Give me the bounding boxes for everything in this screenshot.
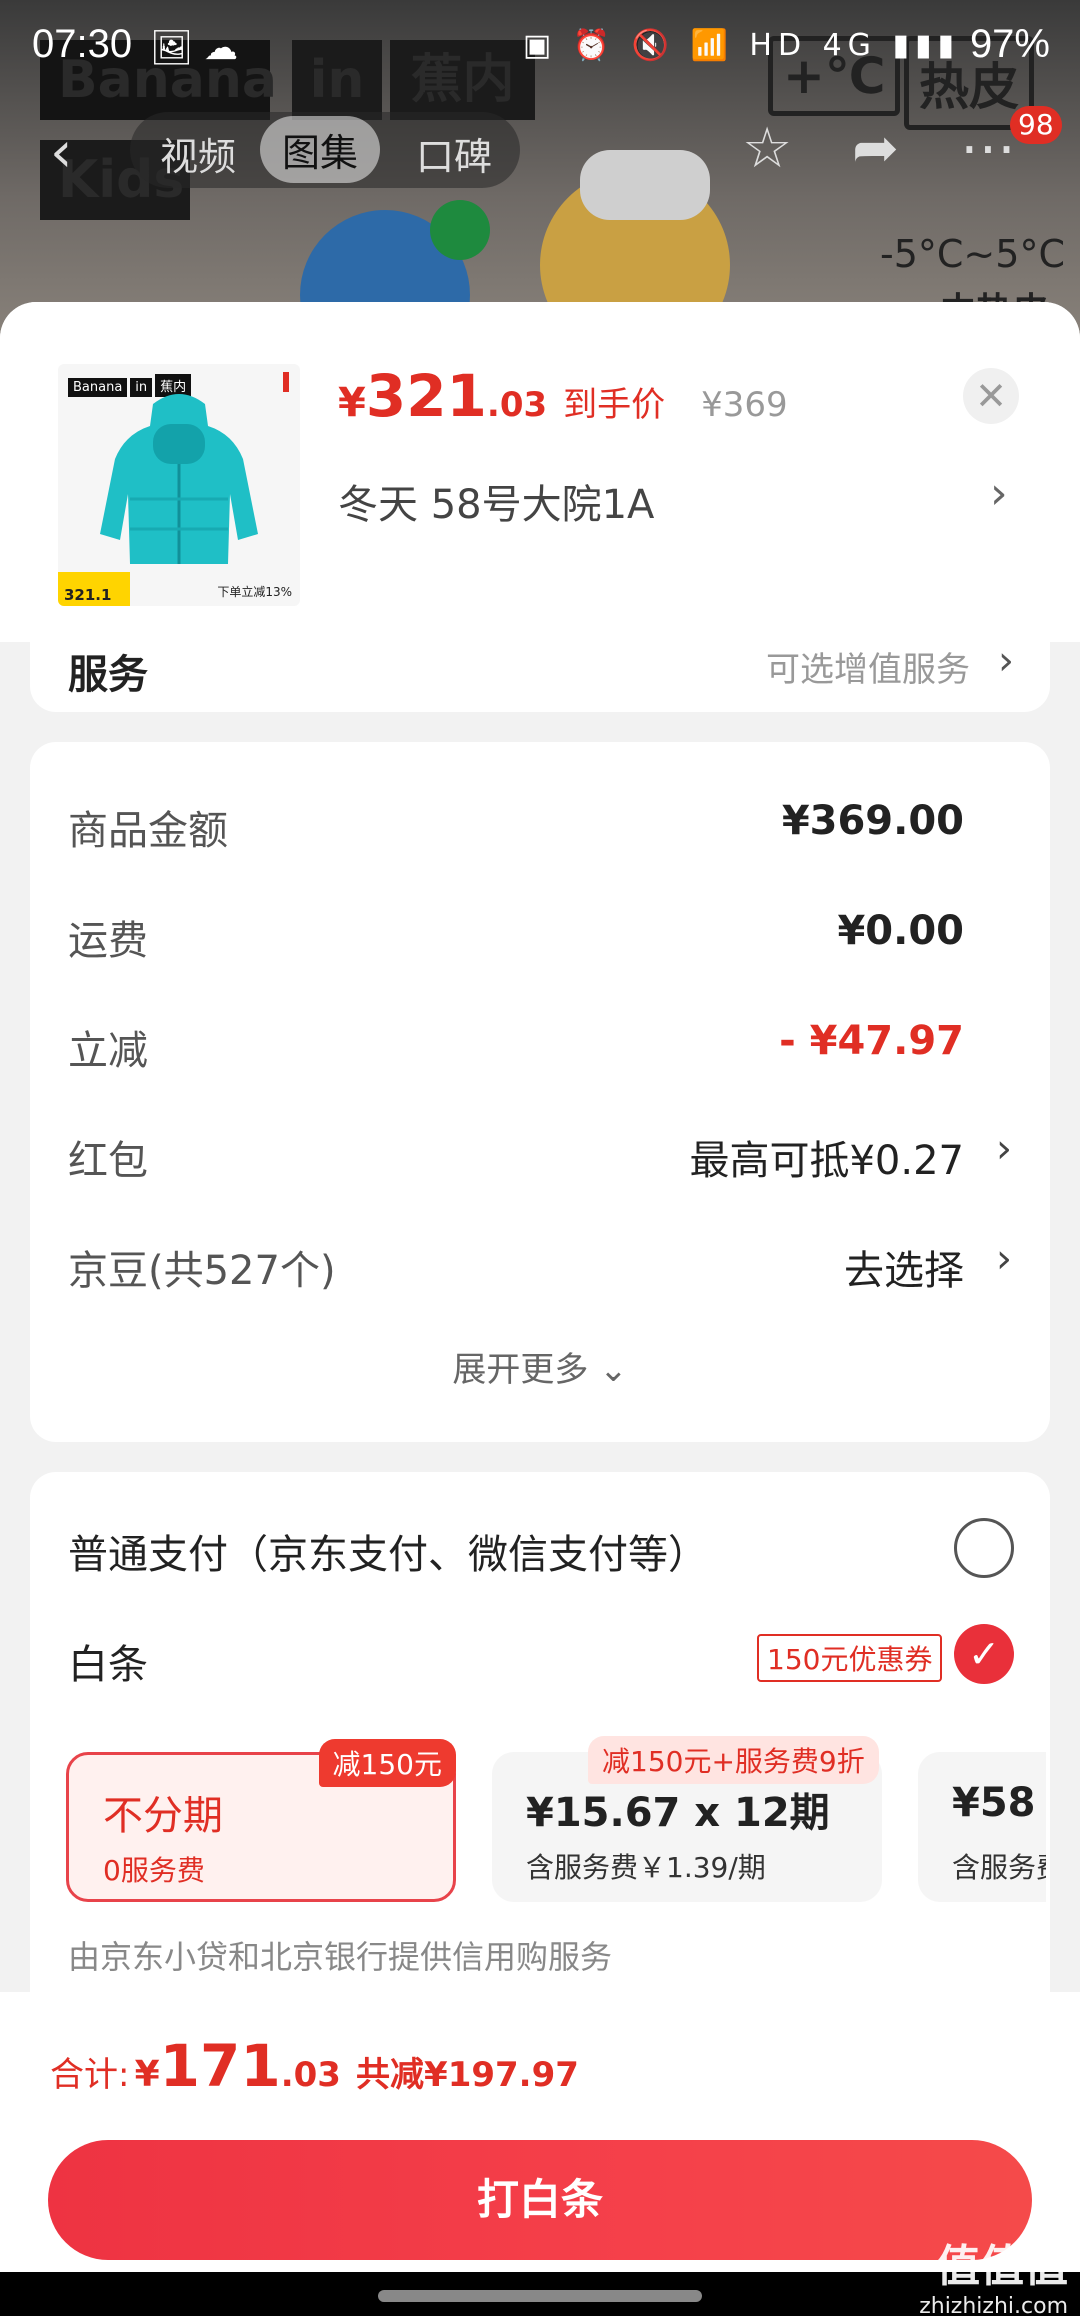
cost-row-jd-beans[interactable]: 京豆(共527个) 去选择 ›: [68, 1236, 1012, 1298]
payment-method-card: 普通支付（京东支付、微信支付等） 白条 150元优惠券 ✓ 减150元 不分期 …: [30, 1472, 1050, 2032]
shipping-amount: ¥0.00: [837, 908, 964, 954]
jd-beans-value: 去选择: [844, 1248, 964, 1294]
checkout-footer: 合计: ¥171.03 共减¥197.97 打白条: [0, 1992, 1080, 2272]
product-thumbnail[interactable]: Banana in 蕉内 321.1 下单立减13%: [58, 364, 300, 606]
sheet-product-header: Banana in 蕉内 321.1 下单立减13% ¥321.03 到手价 ¥369 …: [0, 302, 1080, 642]
plan-flag: 减150元: [318, 1739, 456, 1787]
tab-reviews[interactable]: 口碑: [416, 126, 492, 181]
share-icon[interactable]: ➦: [852, 116, 899, 181]
baitiao-label[interactable]: 白条: [68, 1632, 148, 1690]
tab-video[interactable]: 视频: [160, 126, 236, 181]
red-packet-value: 最高可抵¥0.27: [689, 1138, 964, 1184]
model-hat-pompom: [430, 200, 490, 260]
installment-plans: 减150元 不分期 0服务费 减150元+服务费9折 ¥15.67 x 12期 …: [66, 1722, 1046, 1922]
chevron-right-icon: ›: [996, 1126, 1012, 1172]
pay-with-baitiao-button[interactable]: 打白条: [48, 2140, 1032, 2260]
cost-breakdown-card: 商品金额 ¥369.00 运费 ¥0.00 立减 - ¥47.97 红包 最高可…: [30, 742, 1050, 1442]
selected-variant[interactable]: 冬天 58号大院1A: [338, 472, 654, 530]
notification-icons: 🖼 ☁: [150, 28, 238, 68]
temp-range-label: -5°C~5°C: [880, 232, 1065, 276]
final-price: ¥321.03 到手价 ¥369: [338, 362, 788, 430]
credit-service-note: 由京东小贷和北京银行提供信用购服务: [68, 1938, 613, 1976]
gesture-nav-bar[interactable]: [378, 2290, 702, 2302]
status-time: 07:30: [32, 22, 133, 66]
plan-12-months[interactable]: 减150元+服务费9折 ¥15.67 x 12期 含服务费￥1.39/期: [492, 1736, 882, 1902]
system-status-icons: ▣ ⏰ 🔇 📶 HD 4G ▮▮▮: [522, 28, 960, 63]
battery-level: 97%: [969, 22, 1050, 66]
watermark-logo: 值值值 zhizhizhi.com: [919, 2241, 1068, 2316]
goods-amount: ¥369.00: [781, 798, 964, 844]
discount-amount: - ¥47.97: [779, 1018, 964, 1064]
chevron-right-icon: ›: [998, 638, 1014, 684]
chevron-right-icon[interactable]: ›: [990, 468, 1008, 519]
chevron-right-icon: ›: [996, 1236, 1012, 1282]
normal-payment-label[interactable]: 普通支付（京东支付、微信支付等）: [68, 1522, 708, 1580]
status-bar: 07:30 🖼 ☁ ▣ ⏰ 🔇 📶 HD 4G ▮▮▮ 97%: [0, 0, 1080, 90]
close-icon[interactable]: ✕: [963, 368, 1019, 424]
message-count-badge: 98: [1010, 106, 1062, 144]
more-icon[interactable]: ⋯: [960, 116, 1016, 181]
cost-row-discount: 立减 - ¥47.97: [68, 1018, 964, 1074]
cost-row-shipping: 运费 ¥0.00: [68, 908, 964, 964]
service-label: 服务: [68, 652, 148, 698]
plan-no-installment[interactable]: 减150元 不分期 0服务费: [66, 1739, 456, 1902]
total-saving: 共减¥197.97: [356, 2055, 579, 2095]
original-price: ¥369: [701, 385, 788, 425]
expand-more-button[interactable]: 展开更多 ⌄: [30, 1342, 1050, 1391]
thumb-discount-note: 下单立减13%: [217, 585, 292, 599]
plan-flag: 减150元+服务费9折: [588, 1736, 879, 1784]
jacket-image: [100, 372, 289, 564]
chevron-down-icon: ⌄: [599, 1350, 628, 1390]
plan-next[interactable]: ¥58 含服务费: [918, 1752, 1046, 1902]
checkout-sheet: Banana in 蕉内 321.1 下单立减13% ¥321.03 到手价 ¥369 …: [0, 302, 1080, 2272]
final-price-tag: 到手价: [563, 385, 666, 425]
normal-payment-radio[interactable]: [954, 1518, 1014, 1578]
baitiao-radio-checked[interactable]: ✓: [954, 1624, 1014, 1684]
back-arrow-icon[interactable]: ‹: [50, 120, 72, 185]
service-value: 可选增值服务: [766, 650, 970, 690]
tab-gallery[interactable]: 图集: [260, 116, 381, 183]
favorite-star-icon[interactable]: ☆: [742, 116, 792, 181]
thumb-price-badge: 321.1: [58, 572, 130, 606]
product-top-nav: ‹ 视频 图集 口碑 ☆ ➦ ⋯ 98: [0, 100, 1080, 200]
cost-row-red-packet[interactable]: 红包 最高可抵¥0.27 ›: [68, 1126, 1012, 1188]
order-total: 合计: ¥171.03 共减¥197.97: [50, 2032, 579, 2100]
media-tabs: 视频 图集 口碑: [130, 112, 520, 188]
cost-row-goods: 商品金额 ¥369.00: [68, 798, 964, 854]
baitiao-coupon-tag[interactable]: 150元优惠券: [757, 1634, 943, 1682]
